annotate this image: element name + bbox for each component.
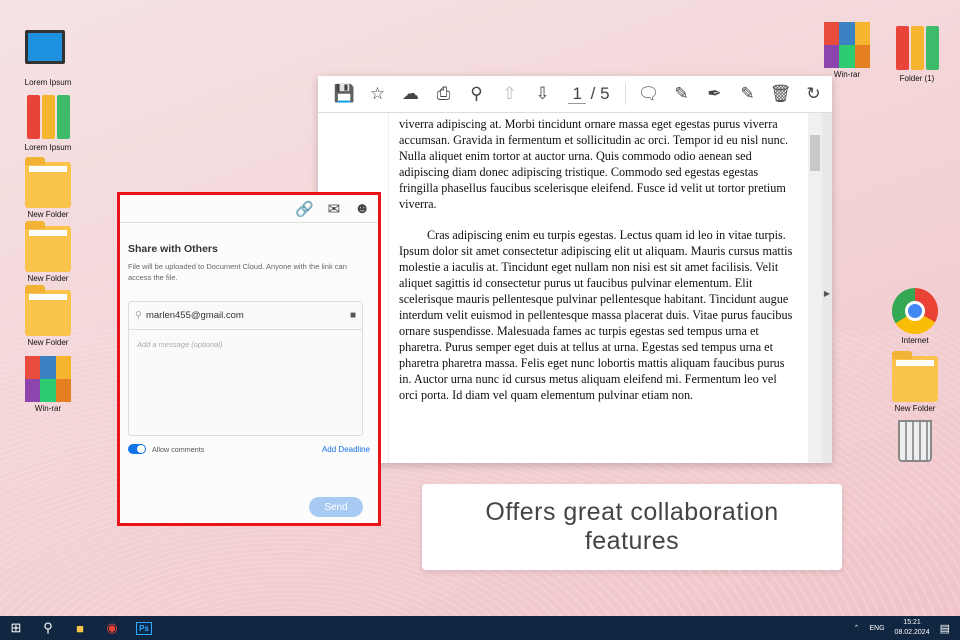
folder-icon (892, 351, 938, 402)
email-field[interactable]: ⚲ marlen455@gmail.com ■ (129, 302, 362, 330)
tray-chevron-up-icon[interactable]: ⌃ (854, 624, 860, 632)
icon-label: Win-rar (833, 70, 861, 79)
icon-label: Win-rar (34, 404, 62, 413)
zoom-search-icon[interactable]: ⚲ (460, 84, 493, 104)
rotate-icon[interactable]: ↻ (797, 84, 830, 104)
desktop-icon-binders[interactable]: Lorem Ipsum (13, 95, 83, 152)
taskbar: ⊞ ⚲ ■ ◉ Ps ⌃ ENG 15:21 08.02.2024 ▤ (0, 616, 960, 640)
right-panel-toggle[interactable]: ▶ (822, 113, 832, 463)
sign-icon[interactable]: ✒ (698, 84, 731, 104)
icon-label: Lorem Ipsum (24, 78, 72, 87)
windows-start-icon[interactable]: ⊞ (0, 620, 32, 636)
icon-label: New Folder (27, 210, 69, 219)
binders-icon (894, 26, 940, 72)
pdf-toolbar: 💾 ☆ ☁ ⎙ ⚲ ⇧ ⇩ 1 / 5 🗨 ✎ ✒ ✎ 🗑 ↻ (318, 76, 832, 113)
language-indicator[interactable]: ENG (869, 625, 884, 632)
icon-label: Folder (1) (899, 74, 935, 83)
desktop-icon-computer[interactable]: Lorem Ipsum (13, 26, 83, 87)
document-page: viverra adipiscing at. Morbi tincidunt o… (388, 113, 808, 463)
page-input[interactable]: 1 (568, 84, 586, 104)
share-title: Share with Others (128, 243, 218, 255)
desktop-icon-winrar[interactable]: Win-rar (812, 22, 882, 79)
date: 08.02.2024 (894, 629, 930, 636)
contacts-icon[interactable]: ■ (350, 310, 356, 321)
caption-text: Offers great collaboration features (485, 498, 779, 555)
desktop-icon-folder[interactable]: New Folder (13, 157, 83, 219)
search-icon[interactable]: ⚲ (32, 620, 64, 636)
bookmark-star-icon[interactable]: ☆ (361, 84, 394, 104)
chrome-icon (892, 288, 938, 334)
winrar-icon (25, 356, 71, 402)
comment-icon[interactable]: 🗨 (632, 84, 665, 104)
icon-label: Lorem Ipsum (24, 143, 72, 152)
print-icon[interactable]: ⎙ (427, 84, 460, 104)
icon-label: New Folder (27, 338, 69, 347)
file-explorer-icon[interactable]: ■ (64, 621, 96, 636)
recycle-bin-icon (898, 420, 932, 462)
add-deadline-link[interactable]: Add Deadline (322, 445, 370, 454)
allow-comments-label: Allow comments (152, 444, 205, 454)
share-panel-header: 🔗 ✉ ☻ (120, 195, 378, 223)
share-panel: 🔗 ✉ ☻ Share with Others File will be upl… (117, 192, 381, 526)
time: 15:21 (903, 619, 921, 626)
toolbar-divider (625, 83, 626, 105)
clock[interactable]: 15:21 08.02.2024 (895, 618, 930, 638)
desktop-icon-chrome[interactable]: Internet (880, 288, 950, 345)
highlight-pen-icon[interactable]: ✎ (665, 84, 698, 104)
trash-icon[interactable]: 🗑 (764, 84, 797, 104)
message-input[interactable]: Add a message (optional) (129, 330, 362, 359)
icon-label: New Folder (27, 274, 69, 283)
caption-box: Offers great collaboration features (422, 484, 842, 570)
notifications-icon[interactable]: ▤ (940, 622, 950, 635)
prev-page-icon[interactable]: ⇧ (493, 84, 526, 104)
icon-label: Internet (901, 336, 929, 345)
folder-icon (25, 221, 71, 272)
allow-comments-toggle[interactable] (128, 444, 146, 454)
computer-icon (25, 30, 65, 64)
desktop-icon-folder[interactable]: New Folder (13, 221, 83, 283)
desktop-icon-folder[interactable]: New Folder (880, 351, 950, 413)
winrar-icon (824, 22, 870, 68)
cloud-upload-icon[interactable]: ☁ (394, 84, 427, 104)
vertical-scrollbar[interactable] (808, 113, 822, 463)
desktop-icon-recycle-bin[interactable] (880, 420, 950, 464)
search-icon: ⚲ (135, 310, 142, 321)
chrome-icon[interactable]: ◉ (96, 620, 128, 636)
edit-pdf-icon[interactable]: ✎ (731, 84, 764, 104)
document-paragraph: Cras adipiscing enim eu turpis egestas. … (399, 228, 793, 402)
binders-icon (25, 95, 71, 141)
page-indicator[interactable]: 1 / 5 (559, 84, 619, 104)
desktop-icon-winrar[interactable]: Win-rar (13, 356, 83, 413)
email-icon[interactable]: ✉ (328, 200, 341, 218)
pdf-viewer-window: 💾 ☆ ☁ ⎙ ⚲ ⇧ ⇩ 1 / 5 🗨 ✎ ✒ ✎ 🗑 ↻ viverra … (318, 76, 832, 463)
folder-icon (25, 157, 71, 208)
recipient-box: ⚲ marlen455@gmail.com ■ Add a message (opt… (128, 301, 363, 436)
email-value: marlen455@gmail.com (145, 310, 244, 321)
page-total: / 5 (590, 84, 610, 103)
icon-label: New Folder (894, 404, 936, 413)
desktop-icon-folder[interactable]: New Folder (13, 285, 83, 347)
next-page-icon[interactable]: ⇩ (526, 84, 559, 104)
document-paragraph: viverra adipiscing at. Morbi tincidunt o… (399, 117, 789, 211)
chevron-right-icon: ▶ (823, 289, 831, 298)
desktop-icon-binders[interactable]: Folder (1) (882, 26, 952, 83)
save-icon[interactable]: 💾 (328, 84, 361, 104)
folder-icon (25, 285, 71, 336)
add-person-icon[interactable]: ☻ (354, 200, 370, 217)
share-link-icon[interactable]: 🔗 (295, 200, 314, 218)
send-button[interactable]: Send (309, 497, 363, 517)
scrollbar-thumb[interactable] (810, 135, 820, 171)
photoshop-icon[interactable]: Ps (128, 621, 160, 635)
share-description: File will be uploaded to Document Cloud.… (128, 262, 347, 282)
